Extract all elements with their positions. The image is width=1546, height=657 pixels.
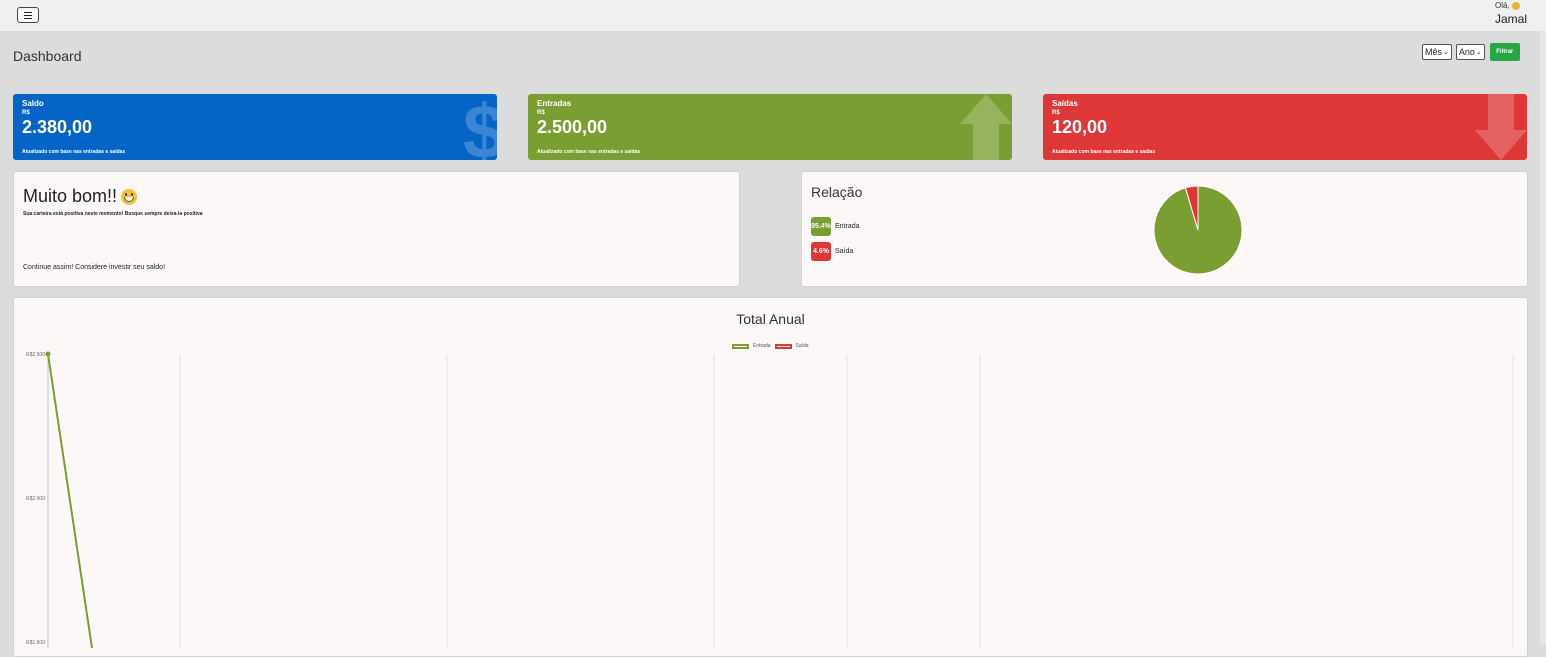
greeting: Olá, (1495, 1, 1520, 10)
grinning-face-icon (121, 188, 138, 205)
income-note: Atualizado com base nas entradas e saída… (537, 149, 641, 155)
expense-card: Saídas R$ 120,00 Atualizado com base nas… (1043, 94, 1527, 160)
expense-note: Atualizado com base nas entradas e saída… (1052, 149, 1156, 155)
menu-toggle-button[interactable] (17, 7, 39, 23)
hamburger-icon (24, 11, 32, 19)
message-subtitle: Sua carteira está positiva neste momento… (23, 211, 203, 217)
arrow-down-icon (1475, 94, 1527, 160)
month-select-value: Mês (1425, 47, 1443, 57)
top-navbar: Olá, Jamal (0, 0, 1546, 31)
income-card: Entradas R$ 2.500,00 Atualizado com base… (528, 94, 1012, 160)
income-legend-label: Entrada (835, 223, 860, 230)
expense-label: Saídas (1052, 99, 1078, 108)
annual-total-card: Total Anual Entrada Saída R$2.500 R$2.000… (13, 297, 1528, 657)
income-data-point (45, 351, 51, 357)
income-value: 2.500,00 (537, 117, 608, 137)
greeting-text: Olá, (1495, 1, 1510, 10)
chevron-down-icon: ⌄ (1443, 49, 1449, 56)
svg-text:$: $ (463, 94, 497, 160)
y-tick-label: R$1.500 (26, 640, 45, 646)
expense-percent-badge: 4.6% (811, 242, 831, 261)
message-card: Muito bom!! Sua carteira está positiva n… (13, 171, 740, 287)
balance-label: Saldo (22, 99, 44, 108)
income-percent-badge: 95.4% (811, 217, 831, 236)
message-footer: Continue assim! Considere investir seu s… (23, 264, 166, 271)
smile-icon (1511, 1, 1520, 10)
expense-legend-label: Saída (835, 248, 854, 255)
relation-pie-chart (1153, 185, 1243, 275)
month-select[interactable]: Mês ⌄ (1422, 44, 1452, 60)
vertical-scrollbar[interactable] (1540, 31, 1546, 645)
filters: Mês ⌄ Ano ⌄ Filtrar (1422, 43, 1520, 61)
message-title: Muito bom!! (23, 186, 138, 207)
balance-value: 2.380,00 (22, 117, 93, 137)
income-currency: R$ (537, 110, 545, 116)
year-select-value: Ano (1458, 47, 1475, 57)
y-tick-label: R$2.000 (26, 496, 45, 502)
message-title-text: Muito bom!! (23, 186, 118, 206)
balance-card: $ Saldo R$ 2.380,00 Atualizado com base … (13, 94, 497, 160)
relation-entry-income: 95.4% Entrada (811, 217, 860, 236)
expense-value: 120,00 (1052, 117, 1108, 137)
income-label: Entradas (537, 99, 572, 108)
expense-currency: R$ (1052, 110, 1060, 116)
relation-title: Relação (811, 184, 863, 200)
relation-card: Relação 95.4% Entrada 4.6% Saída (801, 171, 1528, 287)
year-select[interactable]: Ano ⌄ (1455, 44, 1485, 60)
annual-line-chart: R$2.500 R$2.000 R$1.500 (26, 351, 1514, 648)
income-series-line (47, 353, 93, 648)
user-name[interactable]: Jamal (1495, 12, 1527, 26)
balance-currency: R$ (22, 110, 30, 116)
page-title: Dashboard (13, 48, 82, 64)
balance-note: Atualizado com base nas entradas e saída… (22, 149, 126, 155)
chevron-down-icon: ⌄ (1475, 49, 1482, 56)
arrow-up-icon (960, 94, 1012, 160)
y-tick-label: R$2.500 (26, 352, 45, 358)
relation-entry-expense: 4.6% Saída (811, 242, 853, 261)
filter-button[interactable]: Filtrar (1489, 43, 1520, 61)
dollar-icon: $ (463, 94, 497, 160)
